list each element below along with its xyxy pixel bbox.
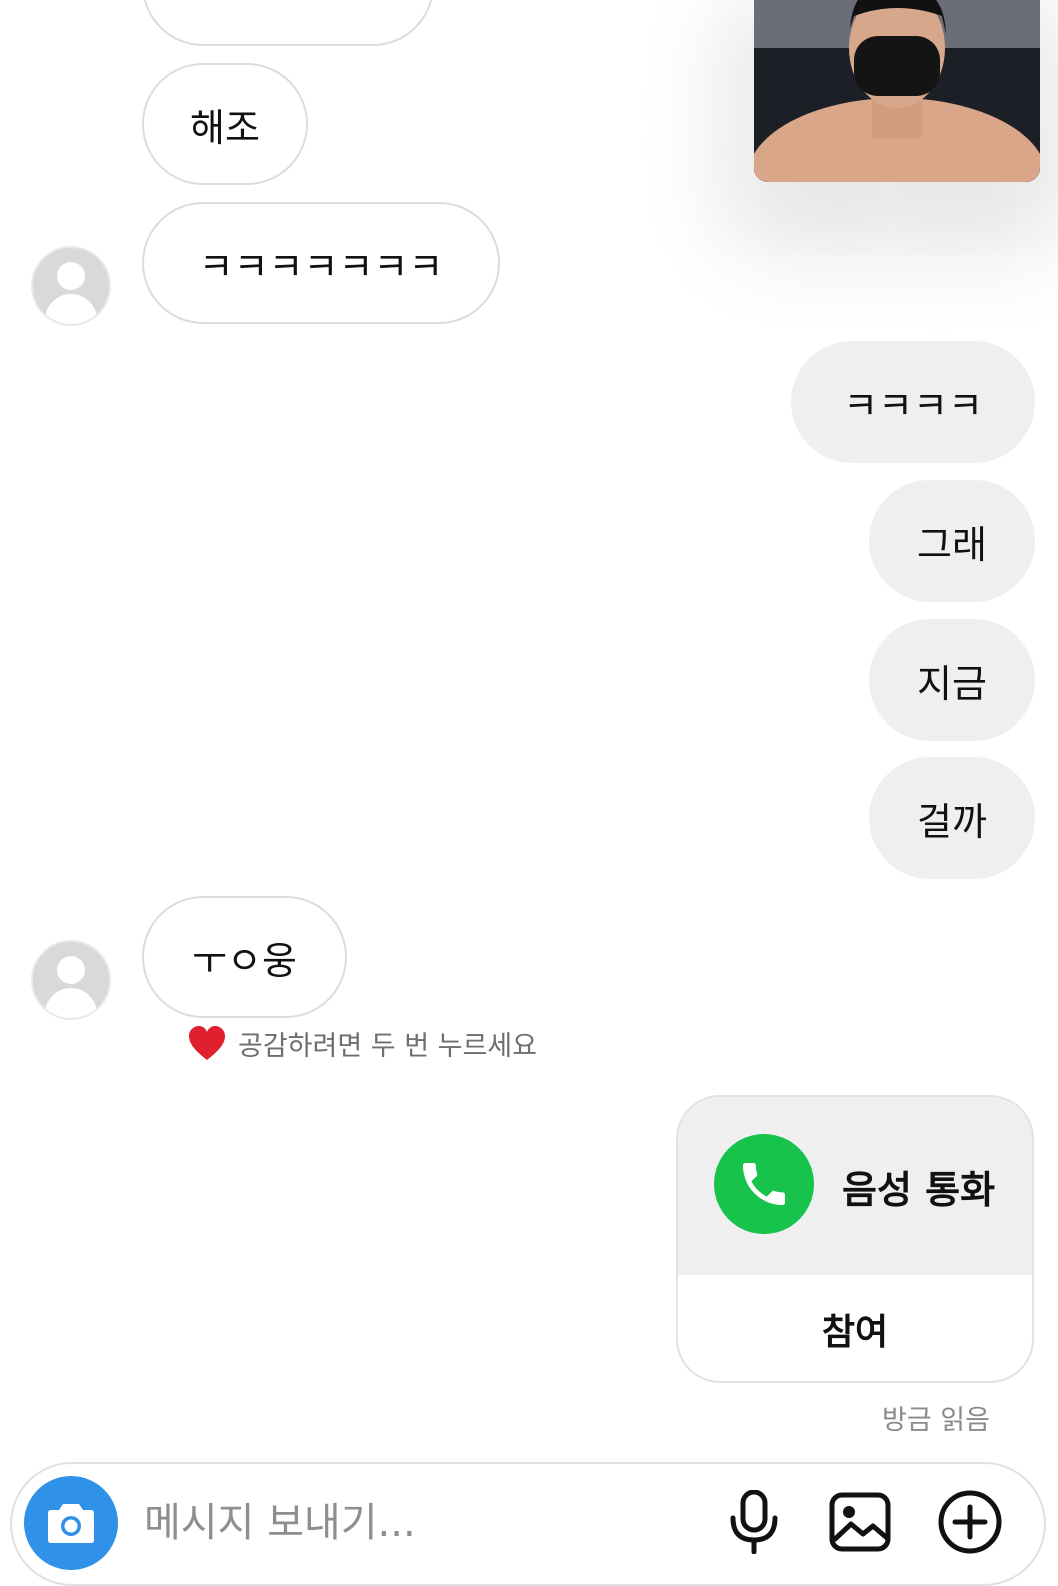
voice-call-card: 음성 통화 참여 [676,1095,1034,1383]
avatar[interactable] [31,940,111,1020]
message-bubble-outgoing[interactable]: 그래 [869,480,1035,602]
image-icon [829,1492,891,1552]
message-bubble-cutoff [142,0,434,46]
message-composer [10,1462,1046,1586]
message-text: 걸까 [917,799,987,844]
message-text: 해조 [190,105,260,150]
message-text: ㅋㅋㅋㅋ [843,383,983,428]
phone-icon [714,1134,814,1234]
more-options-button[interactable] [934,1486,1006,1558]
video-feed [754,0,1040,182]
avatar[interactable] [31,246,111,326]
message-input[interactable] [142,1490,686,1556]
camera-icon [48,1504,94,1543]
like-hint: 공감하려면 두 번 누르세요 [188,1024,537,1063]
message-bubble-outgoing[interactable]: 걸까 [869,757,1035,879]
message-bubble-outgoing[interactable]: 지금 [869,619,1035,741]
message-text: ㅋㅋㅋㅋㅋㅋㅋ [198,244,444,289]
microphone-icon [730,1490,778,1554]
message-bubble-incoming[interactable]: ㅋㅋㅋㅋㅋㅋㅋ [142,202,500,324]
message-text: 지금 [917,661,987,706]
video-call-preview[interactable] [754,0,1040,182]
join-call-button[interactable]: 참여 [678,1275,1032,1381]
gallery-button[interactable] [824,1486,896,1558]
read-receipt: 방금 읽음 [882,1405,990,1436]
plus-circle-icon [938,1490,1002,1554]
heart-icon [189,1025,225,1060]
message-bubble-outgoing[interactable]: ㅋㅋㅋㅋ [791,341,1035,463]
message-bubble-incoming[interactable]: ㅜㅇ웅 [142,896,347,1018]
message-text: 그래 [917,522,987,567]
call-title: 음성 통화 [842,1168,996,1212]
camera-button[interactable] [24,1476,118,1570]
message-text: ㅜㅇ웅 [192,938,297,983]
microphone-button[interactable] [718,1486,790,1558]
message-bubble-incoming[interactable]: 해조 [142,63,308,185]
like-hint-text: 공감하려면 두 번 누르세요 [238,1031,537,1062]
